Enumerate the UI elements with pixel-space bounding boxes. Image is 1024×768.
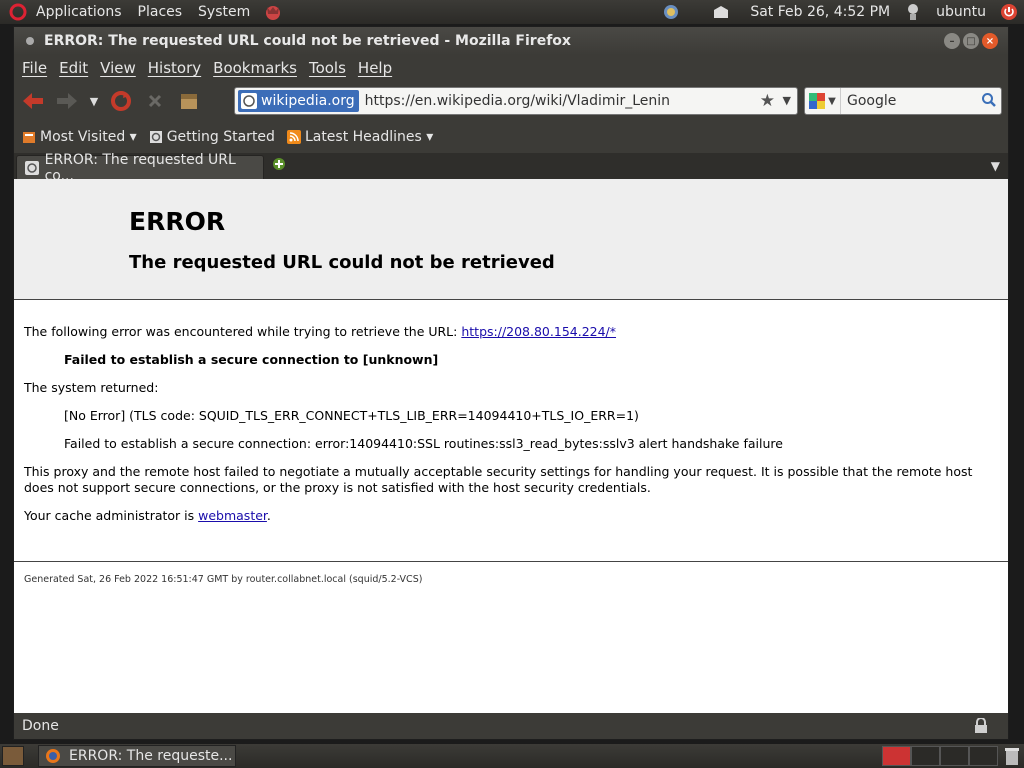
- workspace-4[interactable]: [969, 746, 998, 766]
- bookmark-getting-started[interactable]: Getting Started: [149, 129, 275, 145]
- failed-connection-msg: Failed to establish a secure connection …: [64, 352, 439, 367]
- menu-view[interactable]: View: [94, 59, 142, 77]
- error-header: ERROR The requested URL could not be ret…: [14, 179, 1008, 300]
- reload-button[interactable]: [106, 86, 136, 116]
- bookmarks-toolbar: Most Visited ▾ Getting Started Latest He…: [14, 121, 1008, 153]
- bookmark-getting-started-label: Getting Started: [166, 129, 275, 145]
- proxy-explanation: This proxy and the remote host failed to…: [24, 464, 973, 495]
- tab-favicon-icon: [25, 160, 39, 175]
- site-identity-label: wikipedia.org: [261, 93, 355, 109]
- footer-divider: [14, 561, 1008, 562]
- username[interactable]: ubuntu: [928, 4, 994, 20]
- menu-edit[interactable]: Edit: [53, 59, 94, 77]
- menubar: File Edit View History Bookmarks Tools H…: [14, 55, 1008, 81]
- maximize-button[interactable]: □: [963, 33, 979, 49]
- error-title: ERROR: [129, 207, 226, 236]
- bookmark-latest-headlines[interactable]: Latest Headlines ▾: [286, 129, 434, 145]
- home-button[interactable]: [174, 86, 204, 116]
- network-icon[interactable]: [660, 1, 682, 23]
- firefox-window: ERROR: The requested URL could not be re…: [13, 26, 1009, 740]
- search-engine-dropdown-icon: ▼: [828, 95, 836, 107]
- tab-list-dropdown-icon[interactable]: ▼: [991, 159, 1000, 173]
- search-bar[interactable]: ▼: [804, 87, 1002, 115]
- ubuntu-logo-icon: [8, 2, 28, 22]
- firefox-launcher-icon[interactable]: [262, 1, 284, 23]
- tls-error-code: [No Error] (TLS code: SQUID_TLS_ERR_CONN…: [64, 408, 639, 423]
- workspace-2[interactable]: [911, 746, 940, 766]
- workspace-3[interactable]: [940, 746, 969, 766]
- padlock-icon[interactable]: [974, 717, 988, 738]
- window-titlebar[interactable]: ERROR: The requested URL could not be re…: [14, 27, 1008, 55]
- stop-button[interactable]: [140, 86, 170, 116]
- menu-history[interactable]: History: [142, 59, 207, 77]
- menu-help[interactable]: Help: [352, 59, 398, 77]
- minimize-button[interactable]: –: [944, 33, 960, 49]
- workspace-switcher[interactable]: [882, 746, 998, 766]
- clock[interactable]: Sat Feb 26, 4:52 PM: [742, 4, 898, 20]
- history-dropdown-icon[interactable]: ▼: [86, 86, 102, 116]
- window-menu-icon[interactable]: [26, 37, 34, 45]
- user-icon: [902, 1, 924, 23]
- taskbar-firefox-window[interactable]: ERROR: The requeste...: [38, 745, 236, 767]
- applications-menu[interactable]: Applications: [28, 4, 130, 20]
- search-input[interactable]: [847, 90, 977, 112]
- wikipedia-favicon-icon: [241, 93, 257, 109]
- error-subtitle: The requested URL could not be retrieved: [129, 252, 555, 273]
- close-button[interactable]: ×: [982, 33, 998, 49]
- taskbar-window-label: ERROR: The requeste...: [69, 748, 233, 764]
- error-intro-text: The following error was encountered whil…: [24, 324, 462, 339]
- menu-bookmarks[interactable]: Bookmarks: [207, 59, 303, 77]
- system-returned-label: The system returned:: [24, 380, 159, 395]
- search-engine-selector[interactable]: ▼: [805, 88, 841, 114]
- trash-icon[interactable]: [1004, 746, 1020, 766]
- navigation-toolbar: ▼ wikipedia.org https://en.wikipedia.org…: [14, 81, 1008, 121]
- tab-error-page[interactable]: ERROR: The requested URL co...: [16, 152, 264, 184]
- search-icon[interactable]: [981, 92, 997, 112]
- status-bar: Done: [14, 713, 1008, 739]
- system-menu[interactable]: System: [190, 4, 258, 20]
- page-content: ERROR The requested URL could not be ret…: [14, 179, 1008, 713]
- workspace-1[interactable]: [882, 746, 911, 766]
- mail-indicator-icon[interactable]: [710, 1, 732, 23]
- cache-admin-suffix: .: [266, 508, 271, 523]
- url-text[interactable]: https://en.wikipedia.org/wiki/Vladimir_L…: [365, 93, 670, 109]
- tab-bar: ERROR: The requested URL co... ▼: [14, 152, 1008, 184]
- getting-started-icon: [149, 130, 163, 144]
- new-tab-icon[interactable]: [272, 156, 288, 172]
- rss-feed-icon: [286, 130, 301, 144]
- back-button[interactable]: [18, 86, 48, 116]
- url-history-dropdown-icon[interactable]: ▼: [783, 94, 791, 107]
- show-desktop-button[interactable]: [2, 746, 24, 766]
- places-menu[interactable]: Places: [130, 4, 191, 20]
- window-title: ERROR: The requested URL could not be re…: [44, 33, 571, 49]
- cache-admin-line: Your cache administrator is webmaster.: [24, 508, 998, 524]
- menu-tools[interactable]: Tools: [303, 59, 352, 77]
- error-intro-line: The following error was encountered whil…: [24, 324, 998, 340]
- status-text: Done: [22, 718, 59, 734]
- requested-url-link[interactable]: https://208.80.154.224/*: [461, 324, 616, 339]
- bookmark-most-visited[interactable]: Most Visited ▾: [22, 129, 137, 145]
- power-icon[interactable]: [998, 1, 1020, 23]
- top-panel: Applications Places System Sat Feb 26, 4…: [0, 0, 1024, 24]
- menu-file[interactable]: File: [16, 59, 53, 77]
- google-icon: [809, 93, 826, 109]
- firefox-icon: [45, 748, 61, 764]
- forward-button[interactable]: [52, 86, 82, 116]
- generated-footer: Generated Sat, 26 Feb 2022 16:51:47 GMT …: [24, 574, 423, 585]
- webmaster-link[interactable]: webmaster: [198, 508, 267, 523]
- bottom-panel: ERROR: The requeste...: [0, 744, 1024, 768]
- error-body: The following error was encountered whil…: [14, 300, 1008, 524]
- url-bar[interactable]: wikipedia.org https://en.wikipedia.org/w…: [234, 87, 798, 115]
- site-identity-button[interactable]: wikipedia.org: [238, 90, 359, 112]
- bookmark-latest-headlines-label: Latest Headlines ▾: [304, 129, 434, 145]
- ssl-error-detail: Failed to establish a secure connection:…: [64, 436, 783, 451]
- cache-admin-prefix: Your cache administrator is: [24, 508, 199, 523]
- bookmark-most-visited-label: Most Visited ▾: [40, 129, 137, 145]
- bookmark-star-icon[interactable]: ★: [760, 91, 775, 111]
- most-visited-icon: [22, 130, 36, 144]
